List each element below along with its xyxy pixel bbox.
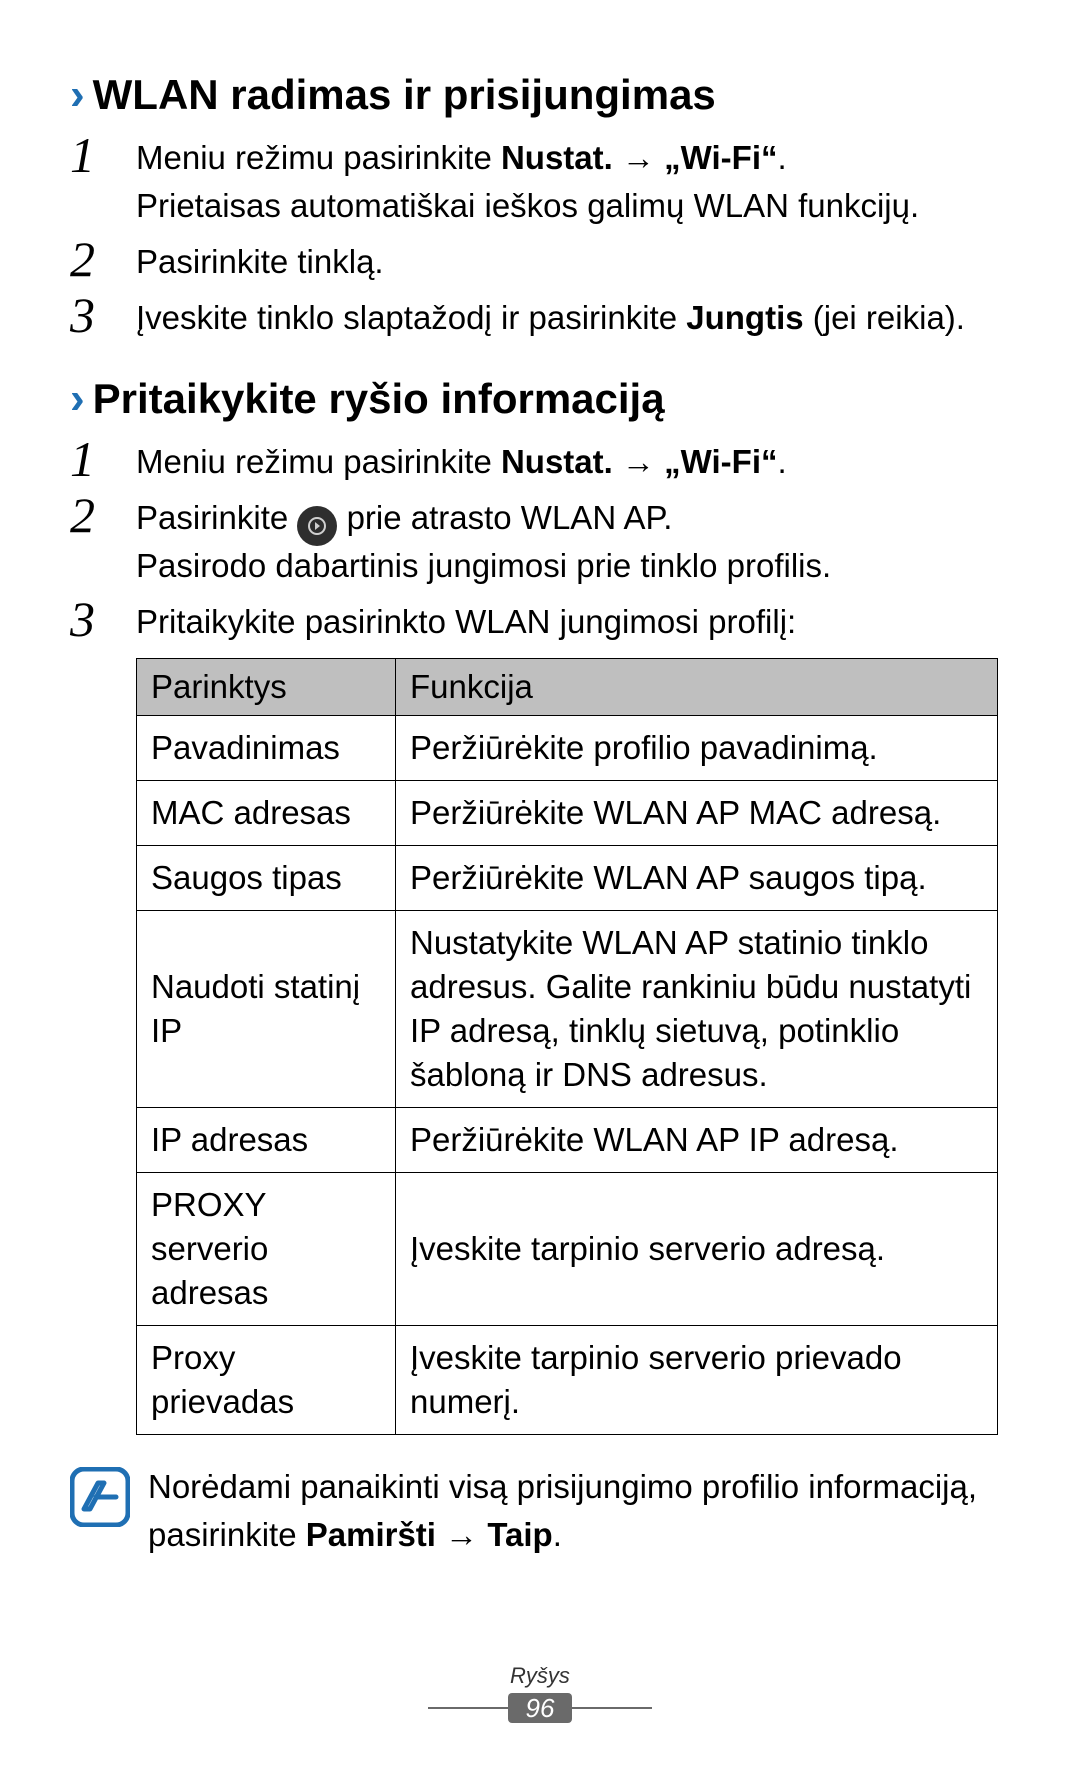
table-header: Funkcija xyxy=(396,659,998,716)
step-body: Meniu režimu pasirinkite Nustat. → „Wi-F… xyxy=(136,434,787,486)
step-body: Pasirinkite prie atrasto WLAN AP. Pasiro… xyxy=(136,490,831,590)
table-row: Naudoti statinį IP Nustatykite WLAN AP s… xyxy=(137,911,998,1108)
table-row: Pavadinimas Peržiūrėkite profilio pavadi… xyxy=(137,716,998,781)
table-cell: MAC adresas xyxy=(137,781,396,846)
table-cell: Saugos tipas xyxy=(137,846,396,911)
note-box: Norėdami panaikinti visą prisijungimo pr… xyxy=(70,1463,1010,1559)
table-cell: Pavadinimas xyxy=(137,716,396,781)
table-header: Parinktys xyxy=(137,659,396,716)
chevron-right-icon: › xyxy=(70,70,85,120)
section-title: Pritaikykite ryšio informaciją xyxy=(93,375,665,423)
step-number: 1 xyxy=(70,434,128,484)
page-number: 96 xyxy=(508,1693,573,1723)
details-circle-icon xyxy=(297,506,337,546)
footer: Ryšys 96 xyxy=(0,1663,1080,1723)
step-1: 1 Meniu režimu pasirinkite Nustat. → „Wi… xyxy=(70,130,1010,230)
step-body: Pasirinkite tinklą. xyxy=(136,234,384,286)
table-cell: Peržiūrėkite WLAN AP MAC adresą. xyxy=(396,781,998,846)
step-body: Įveskite tinklo slaptažodį ir pasirinkit… xyxy=(136,290,965,342)
step-number: 3 xyxy=(70,290,128,340)
step-3: 3 Įveskite tinklo slaptažodį ir pasirink… xyxy=(70,290,1010,342)
table-cell: Peržiūrėkite WLAN AP saugos tipą. xyxy=(396,846,998,911)
step-body: Pritaikykite pasirinkto WLAN jungimosi p… xyxy=(136,594,796,646)
step-2b: 2 Pasirinkite prie atrasto WLAN AP. Pasi… xyxy=(70,490,1010,590)
note-text: Norėdami panaikinti visą prisijungimo pr… xyxy=(148,1463,1010,1559)
table-header-row: Parinktys Funkcija xyxy=(137,659,998,716)
table-row: MAC adresas Peržiūrėkite WLAN AP MAC adr… xyxy=(137,781,998,846)
options-table: Parinktys Funkcija Pavadinimas Peržiūrėk… xyxy=(136,658,998,1435)
table-cell: Naudoti statinį IP xyxy=(137,911,396,1108)
section-heading-wlan: › WLAN radimas ir prisijungimas xyxy=(70,70,1010,120)
table-cell: Proxy prievadas xyxy=(137,1326,396,1435)
step-number: 1 xyxy=(70,130,128,180)
table-cell: Peržiūrėkite WLAN AP IP adresą. xyxy=(396,1108,998,1173)
table-row: IP adresas Peržiūrėkite WLAN AP IP adres… xyxy=(137,1108,998,1173)
step-2: 2 Pasirinkite tinklą. xyxy=(70,234,1010,286)
section-heading-customize: › Pritaikykite ryšio informaciją xyxy=(70,374,1010,424)
step-number: 3 xyxy=(70,594,128,644)
table-cell: Įveskite tarpinio serverio prievado nume… xyxy=(396,1326,998,1435)
table-cell: Nustatykite WLAN AP statinio tinklo adre… xyxy=(396,911,998,1108)
step-number: 2 xyxy=(70,234,128,284)
step-1b: 1 Meniu režimu pasirinkite Nustat. → „Wi… xyxy=(70,434,1010,486)
table-cell: Peržiūrėkite profilio pavadinimą. xyxy=(396,716,998,781)
section-title: WLAN radimas ir prisijungimas xyxy=(93,71,716,119)
table-cell: Įveskite tarpinio serverio adresą. xyxy=(396,1173,998,1326)
table-cell: IP adresas xyxy=(137,1108,396,1173)
chevron-right-icon: › xyxy=(70,374,85,424)
table-cell: PROXY serverio adresas xyxy=(137,1173,396,1326)
footer-label: Ryšys xyxy=(0,1663,1080,1689)
table-row: Saugos tipas Peržiūrėkite WLAN AP saugos… xyxy=(137,846,998,911)
step-body: Meniu režimu pasirinkite Nustat. → „Wi-F… xyxy=(136,130,919,230)
page: › WLAN radimas ir prisijungimas 1 Meniu … xyxy=(0,0,1080,1771)
table-row: PROXY serverio adresas Įveskite tarpinio… xyxy=(137,1173,998,1326)
step-3b: 3 Pritaikykite pasirinkto WLAN jungimosi… xyxy=(70,594,1010,646)
table-row: Proxy prievadas Įveskite tarpinio server… xyxy=(137,1326,998,1435)
step-number: 2 xyxy=(70,490,128,540)
note-icon xyxy=(70,1467,130,1527)
